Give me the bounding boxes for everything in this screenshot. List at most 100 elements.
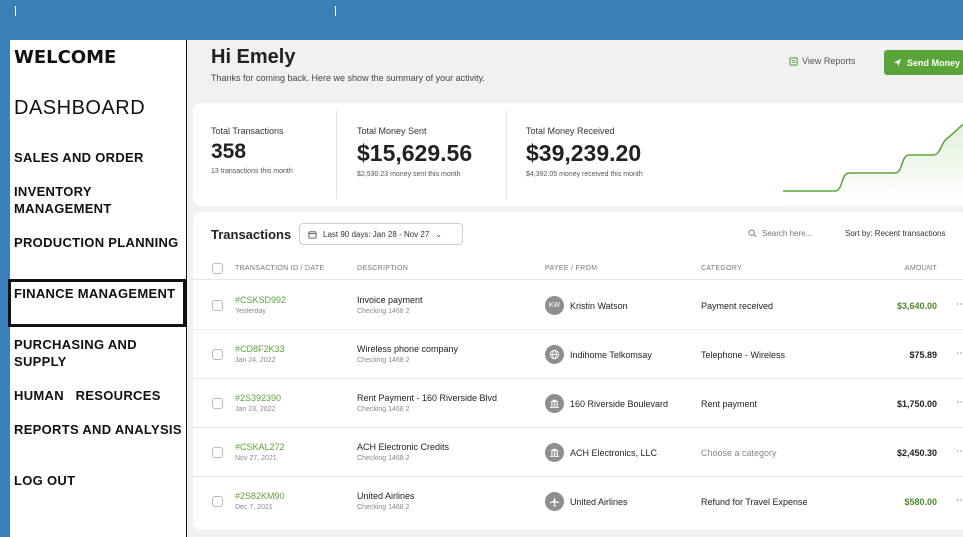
row-checkbox[interactable] bbox=[212, 496, 223, 507]
transaction-date: Nov 27, 2021 bbox=[235, 455, 277, 462]
send-money-label: Send Money bbox=[907, 57, 961, 68]
transaction-payee: Indihome Telkomsay bbox=[570, 350, 652, 360]
transactions-panel: Transactions Last 90 days: Jan 28 - Nov … bbox=[193, 212, 963, 530]
choose-category-dropdown[interactable]: Choose a category bbox=[701, 448, 777, 458]
transactions-title: Transactions bbox=[211, 227, 292, 242]
search-input[interactable] bbox=[762, 229, 824, 238]
page-subtitle: Thanks for coming back. Here we show the… bbox=[211, 73, 485, 83]
transaction-id[interactable]: #CSKSD992 bbox=[235, 295, 286, 305]
column-header-amount: AMOUNT bbox=[904, 265, 937, 272]
stat-value: $39,239.20 bbox=[526, 140, 642, 166]
sidebar-item-reports-and-analysis[interactable]: REPORTS AND ANALYSIS bbox=[14, 421, 183, 438]
table-row[interactable]: #CD8F2K33 Jan 24, 2022 Wireless phone co… bbox=[193, 330, 963, 379]
transaction-amount: $75.89 bbox=[909, 350, 937, 360]
column-header-category: CATEGORY bbox=[701, 265, 743, 272]
transaction-payee: 160 Riverside Boulevard bbox=[570, 399, 669, 409]
view-reports-label: View Reports bbox=[802, 56, 856, 66]
transaction-category[interactable]: Rent payment bbox=[701, 399, 757, 409]
row-checkbox[interactable] bbox=[212, 447, 223, 458]
date-range-picker[interactable]: Last 90 days: Jan 28 - Nov 27 ⌄ bbox=[299, 223, 463, 245]
more-options-icon[interactable]: ⋯ bbox=[956, 495, 963, 506]
column-header-id-date: TRANSACTION ID / DATE bbox=[235, 265, 325, 272]
stat-subtext: 13 transactions this month bbox=[211, 168, 293, 175]
more-options-icon[interactable]: ⋯ bbox=[956, 299, 963, 310]
row-checkbox[interactable] bbox=[212, 349, 223, 360]
sidebar-welcome: WELCOME bbox=[14, 47, 117, 68]
sidebar-item-human-resources[interactable]: HUMAN RESOURCES bbox=[14, 387, 183, 404]
transaction-category[interactable]: Telephone - Wireless bbox=[701, 350, 785, 360]
transaction-amount: $3,640.00 bbox=[896, 301, 937, 311]
table-header: TRANSACTION ID / DATE DESCRIPTION PAYEE … bbox=[193, 258, 963, 280]
sidebar-item-log-out[interactable]: LOG OUT bbox=[14, 472, 183, 489]
transaction-description: Rent Payment - 160 Riverside Blvd bbox=[357, 393, 498, 403]
stat-subtext: $4,392.05 money received this month bbox=[526, 171, 643, 178]
sidebar-item-production-planning[interactable]: PRODUCTION PLANNING bbox=[14, 234, 183, 251]
more-options-icon[interactable]: ⋯ bbox=[956, 397, 963, 408]
bank-icon bbox=[545, 394, 564, 413]
send-icon bbox=[893, 58, 902, 67]
transaction-date: Yesterday bbox=[235, 308, 266, 315]
transaction-id[interactable]: #CD8F2K33 bbox=[235, 344, 285, 354]
divider bbox=[336, 111, 337, 199]
table-row[interactable]: #CSKAL272 Nov 27, 2021 ACH Electronic Cr… bbox=[193, 428, 963, 477]
sidebar-item-finance-management[interactable]: FINANCE MANAGEMENT bbox=[8, 279, 186, 327]
table-row[interactable]: #2S392390 Jan 23, 2022 Rent Payment - 16… bbox=[193, 379, 963, 428]
activity-sparkline bbox=[783, 123, 963, 203]
more-options-icon[interactable]: ⋯ bbox=[956, 348, 963, 359]
transaction-description: Invoice payment bbox=[357, 295, 423, 305]
stat-value: $15,629.56 bbox=[357, 140, 473, 166]
transaction-description: Wireless phone company bbox=[357, 344, 459, 354]
sidebar-item-dashboard[interactable]: DASHBOARD bbox=[14, 98, 183, 118]
stat-total-transactions: Total Transactions 358 13 transactions t… bbox=[211, 126, 293, 175]
transaction-payee: United Airlines bbox=[570, 497, 628, 507]
transaction-amount: $580.00 bbox=[904, 497, 937, 507]
stat-value: 358 bbox=[211, 140, 247, 163]
transaction-id[interactable]: #2S82KM90 bbox=[235, 491, 285, 501]
transaction-id[interactable]: #CSKAL272 bbox=[235, 442, 285, 452]
send-money-button[interactable]: Send Money bbox=[884, 50, 963, 75]
date-range-label: Last 90 days: Jan 28 - Nov 27 bbox=[323, 229, 430, 239]
report-icon bbox=[789, 56, 798, 66]
transaction-account: Checking 1468 2 bbox=[357, 455, 410, 462]
transaction-amount: $2,450.30 bbox=[896, 448, 937, 458]
transaction-account: Checking 1468 2 bbox=[357, 504, 410, 511]
stat-label: Total Transactions bbox=[211, 126, 284, 136]
table-row[interactable]: #CSKSD992 Yesterday Invoice payment Chec… bbox=[193, 281, 963, 330]
transaction-payee: ACH Electronics, LLC bbox=[570, 448, 658, 458]
transaction-account: Checking 1468 2 bbox=[357, 357, 410, 364]
transaction-description: United Airlines bbox=[357, 491, 415, 501]
window-top-bar bbox=[0, 0, 963, 40]
search-box[interactable] bbox=[748, 229, 828, 238]
column-header-payee: PAYEE / FROM bbox=[545, 265, 598, 272]
table-row[interactable]: #2S82KM90 Dec 7, 2021 United Airlines Ch… bbox=[193, 477, 963, 526]
row-checkbox[interactable] bbox=[212, 300, 223, 311]
sidebar-item-purchasing-and-supply[interactable]: PURCHASING AND SUPPLY bbox=[14, 336, 183, 370]
transaction-amount: $1,750.00 bbox=[896, 399, 937, 409]
transaction-id[interactable]: #2S392390 bbox=[235, 393, 281, 403]
column-header-description: DESCRIPTION bbox=[357, 265, 409, 272]
stat-label: Total Money Sent bbox=[357, 126, 427, 136]
transaction-date: Jan 23, 2022 bbox=[235, 406, 276, 413]
transaction-category[interactable]: Refund for Travel Expense bbox=[701, 497, 808, 507]
select-all-checkbox[interactable] bbox=[212, 263, 223, 274]
transaction-date: Jan 24, 2022 bbox=[235, 357, 276, 364]
transaction-payee: Kristin Watson bbox=[570, 301, 628, 311]
transaction-date: Dec 7, 2021 bbox=[235, 504, 273, 511]
more-options-icon[interactable]: ⋯ bbox=[956, 446, 963, 457]
view-reports-button[interactable]: View Reports bbox=[789, 56, 855, 66]
chevron-down-icon: ⌄ bbox=[435, 229, 442, 239]
globe-icon bbox=[545, 345, 564, 364]
search-icon bbox=[748, 229, 757, 238]
transaction-category[interactable]: Payment received bbox=[701, 301, 773, 311]
transaction-account: Checking 1468 2 bbox=[357, 308, 410, 315]
calendar-icon bbox=[308, 230, 317, 239]
transaction-account: Checking 1468 2 bbox=[357, 406, 410, 413]
sidebar-item-sales-and-order[interactable]: SALES AND ORDER bbox=[14, 149, 183, 166]
stat-money-sent: Total Money Sent $15,629.56 $2,530.23 mo… bbox=[357, 126, 472, 178]
sidebar: WELCOME DASHBOARD SALES AND ORDER INVENT… bbox=[8, 40, 187, 537]
row-checkbox[interactable] bbox=[212, 398, 223, 409]
transaction-description: ACH Electronic Credits bbox=[357, 442, 450, 452]
sidebar-item-inventory-management[interactable]: INVENTORY MANAGEMENT bbox=[14, 183, 183, 217]
sort-dropdown[interactable]: Sort by: Recent transactions bbox=[845, 229, 946, 238]
stat-label: Total Money Received bbox=[526, 126, 615, 136]
